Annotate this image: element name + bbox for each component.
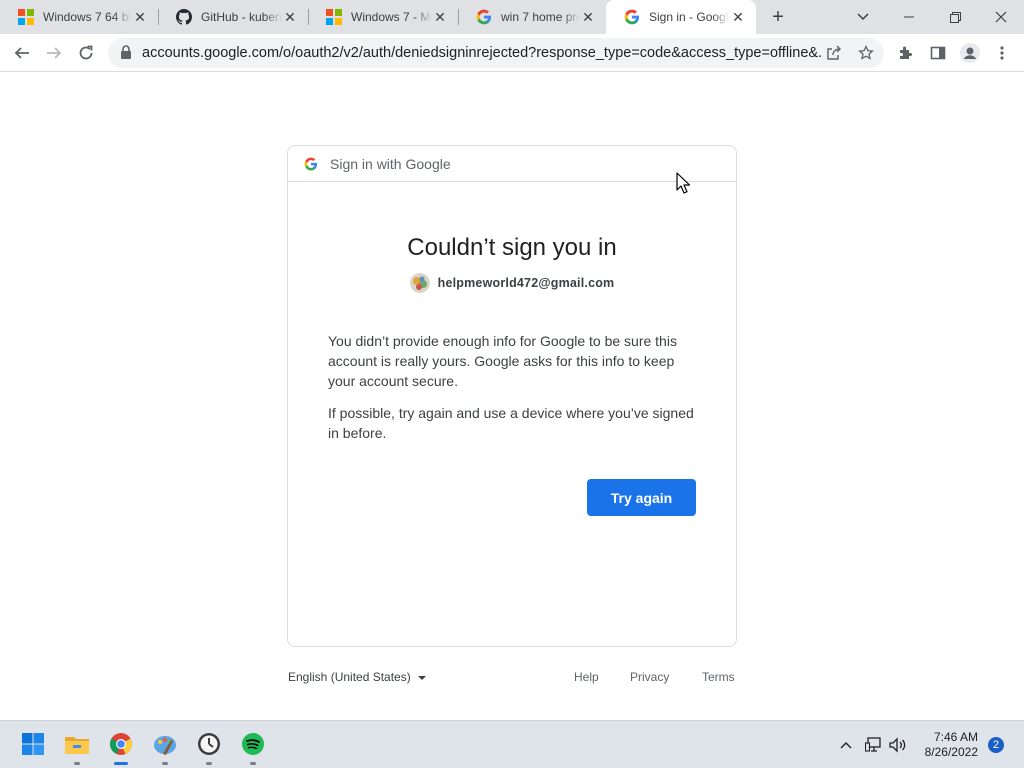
terms-link[interactable]: Terms <box>702 670 735 684</box>
tab-title: win 7 home premium <box>501 10 580 24</box>
bookmark-star-icon[interactable] <box>856 43 876 63</box>
running-indicator <box>250 762 256 765</box>
running-indicator <box>74 762 80 765</box>
minimize-icon <box>904 16 914 18</box>
google-g-icon <box>304 157 318 176</box>
restore-button[interactable] <box>932 0 978 34</box>
explanation-text: You didn’t provide enough info for Googl… <box>328 333 677 389</box>
spotify-icon <box>242 733 264 755</box>
menu-button[interactable] <box>988 39 1016 67</box>
github-icon <box>176 9 192 25</box>
taskbar-spotify[interactable] <box>238 729 268 765</box>
mouse-cursor-icon <box>676 172 691 199</box>
url-text[interactable]: accounts.google.com/o/oauth2/v2/auth/den… <box>142 45 822 61</box>
try-again-button[interactable]: Try again <box>587 479 696 516</box>
minimize-button[interactable] <box>886 0 932 34</box>
start-button[interactable] <box>18 729 48 759</box>
close-icon <box>995 11 1007 23</box>
browser-toolbar: accounts.google.com/o/oauth2/v2/auth/den… <box>0 34 1024 72</box>
signin-card: Sign in with Google Couldn’t sign you in… <box>287 145 737 647</box>
clock-time: 7:46 AM <box>933 730 978 744</box>
tab-github[interactable]: GitHub - kubernetes ✕ <box>158 0 308 34</box>
restore-icon <box>949 11 961 23</box>
network-icon <box>865 737 881 752</box>
forward-button[interactable] <box>40 39 68 67</box>
account-email: helpmeworld472@gmail.com <box>437 276 615 290</box>
back-arrow-icon <box>14 47 29 59</box>
volume-button[interactable] <box>888 735 908 755</box>
clock-date: 8/26/2022 <box>924 745 978 759</box>
network-button[interactable] <box>864 735 884 755</box>
taskbar-chrome[interactable] <box>106 729 136 765</box>
reload-button[interactable] <box>72 39 100 67</box>
google-g-icon <box>476 9 492 25</box>
tab-title: Windows 7 - Microsoft <box>351 10 432 24</box>
tab-win-7-home-premium[interactable]: win 7 home premium ✕ <box>458 0 606 34</box>
close-icon[interactable]: ✕ <box>730 9 746 25</box>
close-icon[interactable]: ✕ <box>282 9 298 25</box>
chevron-down-icon <box>857 13 869 21</box>
clock-app-icon <box>198 733 220 755</box>
taskbar-clock-app[interactable] <box>194 729 224 765</box>
file-explorer-icon <box>65 737 89 754</box>
lock-icon[interactable] <box>120 45 132 64</box>
dropdown-caret-icon <box>417 675 426 680</box>
tab-search-button[interactable] <box>840 0 886 34</box>
share-icon[interactable] <box>824 43 844 63</box>
close-icon[interactable]: ✕ <box>432 9 448 25</box>
close-icon[interactable]: ✕ <box>132 9 148 25</box>
suggestion-text: If possible, try again and use a device … <box>328 405 694 441</box>
chrome-icon <box>110 733 132 755</box>
extensions-button[interactable] <box>892 39 920 67</box>
windows-taskbar: 7:46 AM 8/26/2022 2 <box>0 720 1024 768</box>
tab-title: GitHub - kubernetes <box>201 10 282 24</box>
more-vert-icon <box>1000 46 1004 60</box>
new-tab-button[interactable]: + <box>766 5 790 29</box>
language-label: English (United States) <box>288 670 411 684</box>
tab-title: Sign in - Google Accounts <box>649 10 730 24</box>
privacy-link[interactable]: Privacy <box>630 670 669 684</box>
avatar <box>409 273 430 293</box>
close-icon[interactable]: ✕ <box>580 9 596 25</box>
notification-badge[interactable]: 2 <box>988 737 1004 753</box>
chevron-up-icon <box>840 742 852 749</box>
help-link[interactable]: Help <box>574 670 599 684</box>
tab-sign-in-google[interactable]: Sign in - Google Accounts ✕ <box>606 0 756 34</box>
back-button[interactable] <box>8 39 36 67</box>
speaker-icon <box>889 737 906 753</box>
tab-windows-7-64-bit[interactable]: Windows 7 64 bit ✕ <box>0 0 158 34</box>
taskbar-clock[interactable]: 7:46 AM 8/26/2022 <box>912 730 978 760</box>
taskbar-paint[interactable] <box>150 729 180 765</box>
language-selector[interactable]: English (United States) <box>288 670 426 684</box>
profile-button[interactable] <box>956 39 984 67</box>
taskbar-file-explorer[interactable] <box>62 729 92 765</box>
start-icon <box>22 733 44 755</box>
google-g-icon <box>624 9 640 25</box>
close-window-button[interactable] <box>978 0 1024 34</box>
side-panel-icon <box>930 46 946 60</box>
running-indicator <box>162 762 168 765</box>
profile-avatar-icon <box>960 43 980 63</box>
show-hidden-icons-button[interactable] <box>836 735 856 755</box>
tab-title: Windows 7 64 bit <box>43 10 132 24</box>
address-bar[interactable]: accounts.google.com/o/oauth2/v2/auth/den… <box>108 38 884 68</box>
running-indicator <box>114 762 128 765</box>
side-panel-button[interactable] <box>924 39 952 67</box>
tab-strip: Windows 7 64 bit ✕ GitHub - kubernetes ✕… <box>0 0 1024 34</box>
page-title: Couldn’t sign you in <box>407 234 617 261</box>
account-chip: helpmeworld472@gmail.com <box>288 273 736 293</box>
card-header: Sign in with Google <box>288 146 736 182</box>
forward-arrow-icon <box>47 47 62 59</box>
running-indicator <box>206 762 212 765</box>
microsoft-logo-icon <box>326 9 342 25</box>
tab-windows-7-microsoft[interactable]: Windows 7 - Microsoft ✕ <box>308 0 458 34</box>
card-header-title: Sign in with Google <box>330 156 451 172</box>
reload-icon <box>79 45 93 60</box>
microsoft-logo-icon <box>18 9 34 25</box>
paint-app-icon <box>154 736 176 755</box>
puzzle-icon <box>900 46 912 59</box>
